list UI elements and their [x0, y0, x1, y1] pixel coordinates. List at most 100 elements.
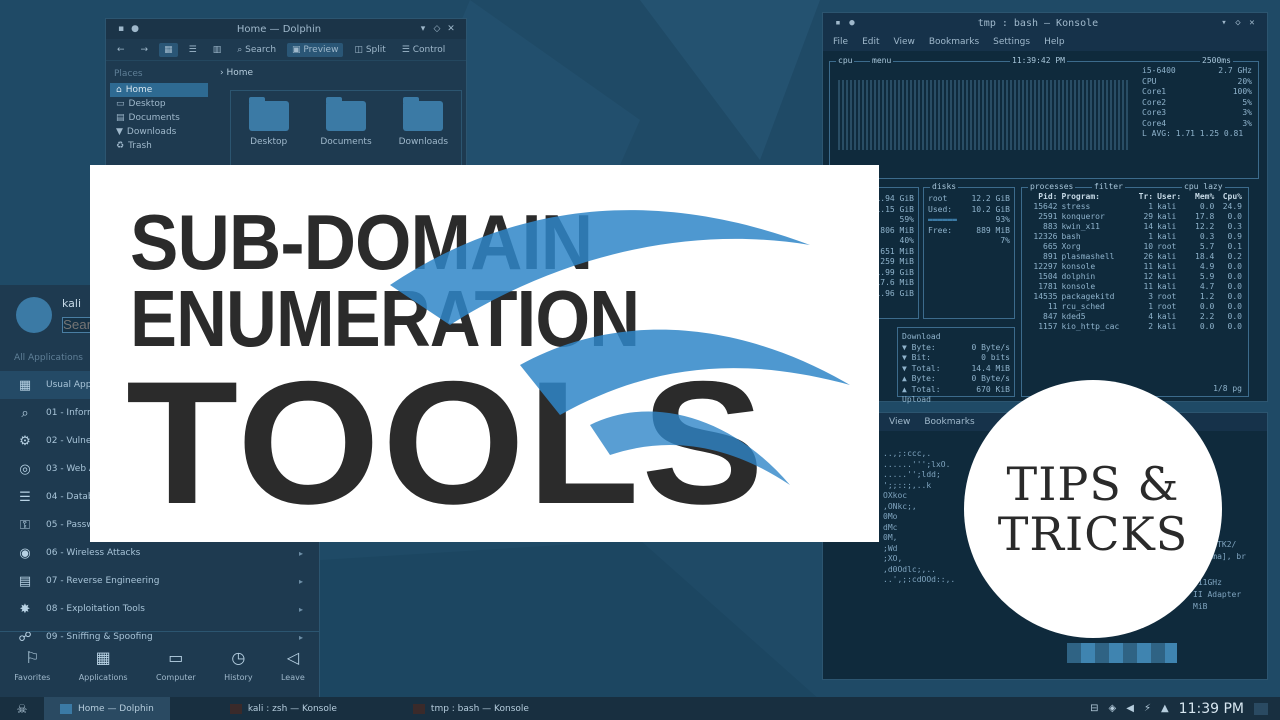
minimize-icon[interactable]: ▾: [1217, 18, 1231, 28]
menu-settings[interactable]: Settings: [993, 37, 1030, 47]
neofetch-line: ,ONkc;,: [883, 501, 917, 511]
process-header-row: Pid: Program: Tr: User: Mem% Cpu%: [1026, 192, 1244, 202]
menu-bookmarks[interactable]: Bookmarks: [924, 417, 974, 427]
process-row[interactable]: 883 kwin_x11 14 kali 12.2 0.3: [1026, 222, 1244, 232]
show-desktop-icon[interactable]: [1254, 702, 1268, 715]
process-column-header[interactable]: User:: [1155, 192, 1188, 202]
konsole-bashtop-window[interactable]: ▪ ● tmp : bash — Konsole ▾ ◇ ✕ File Edit…: [822, 12, 1268, 404]
menu-view[interactable]: View: [889, 417, 910, 427]
process-row[interactable]: 2591 konqueror 29 kali 17.8 0.0: [1026, 212, 1244, 222]
filter-label[interactable]: filter: [1092, 182, 1125, 193]
places-item-home[interactable]: ⌂ Home: [110, 83, 208, 97]
process-cell: kali: [1157, 282, 1177, 291]
exploit-icon: ✸: [19, 601, 31, 617]
disks-box: disks root 12.2 GiB Used: 10.2 GiB ▬▬▬▬▬▬ 9…: [923, 182, 1015, 319]
load-average: L AVG: 1.71 1.25 0.81: [1142, 129, 1244, 138]
folder-icon: [325, 97, 366, 131]
menu-bookmarks[interactable]: Bookmarks: [929, 37, 979, 47]
konsole-titlebar[interactable]: ▪ ● tmp : bash — Konsole ▾ ◇ ✕: [823, 13, 1267, 33]
icons-view-icon[interactable]: ▦: [159, 42, 178, 57]
process-cell: 891: [1043, 252, 1058, 261]
task-konsole-bash[interactable]: tmp : bash — Konsole: [353, 697, 545, 720]
places-item-desktop[interactable]: ▭ Desktop: [110, 97, 208, 111]
taskbar-clock[interactable]: 11:39 PM: [1179, 701, 1244, 717]
maximize-icon[interactable]: ◇: [430, 24, 444, 34]
process-row[interactable]: 12326 bash 1 kali 0.3 0.9: [1026, 232, 1244, 242]
kali-menu-icon[interactable]: ☠: [0, 702, 44, 716]
network-icon[interactable]: ◈: [1109, 703, 1117, 714]
updates-icon[interactable]: ⊟: [1090, 703, 1098, 714]
preview-button[interactable]: ▣ Preview: [287, 42, 344, 57]
process-row[interactable]: 847 kded5 4 kali 2.2 0.0: [1026, 312, 1244, 322]
footer-tab-leave[interactable]: ◁ Leave: [281, 648, 305, 682]
back-icon[interactable]: ←: [112, 43, 130, 57]
process-column-header[interactable]: Cpu%: [1216, 192, 1244, 202]
process-row[interactable]: 1781 konsole 11 kali 4.7 0.0: [1026, 282, 1244, 292]
process-cell: 0.0: [1199, 322, 1215, 331]
breadcrumb[interactable]: › Home: [216, 64, 462, 82]
category-item[interactable]: ▤ 07 - Reverse Engineering ▸: [0, 567, 319, 595]
places-item-trash[interactable]: ♻ Trash: [110, 139, 208, 153]
neofetch-line: ..,;:ccc,.: [883, 449, 932, 458]
process-cell: packagekitd: [1061, 292, 1115, 301]
forward-icon[interactable]: →: [136, 43, 154, 57]
process-row[interactable]: 12297 konsole 11 kali 4.9 0.0: [1026, 262, 1244, 272]
process-cell: kali: [1157, 212, 1177, 221]
control-button[interactable]: ☰ Control: [397, 43, 450, 57]
pin-icon[interactable]: ●: [845, 18, 859, 28]
menu-edit[interactable]: Edit: [862, 37, 879, 47]
process-cell: 4.9: [1199, 262, 1215, 271]
footer-tab-label: Computer: [155, 672, 196, 682]
core-row: CPU 20%: [1142, 76, 1252, 86]
menu-view[interactable]: View: [894, 37, 915, 47]
places-item-documents[interactable]: ▤ Documents: [110, 111, 208, 125]
task-dolphin[interactable]: Home — Dolphin: [44, 697, 170, 720]
processes-label: processes: [1028, 182, 1076, 193]
kali-avatar-icon[interactable]: [16, 297, 52, 333]
expand-tray-icon[interactable]: ▲: [1161, 703, 1169, 714]
process-row[interactable]: 11 rcu_sched 1 root 0.0 0.0: [1026, 302, 1244, 312]
upload-label: Upload: [902, 395, 931, 404]
process-row[interactable]: 665 Xorg 10 root 5.7 0.1: [1026, 242, 1244, 252]
neofetch-line: ;Wd: [883, 543, 898, 553]
process-cell: dolphin: [1061, 272, 1096, 281]
places-item-downloads[interactable]: ▼ Downloads: [110, 125, 208, 139]
compact-view-icon[interactable]: ▥: [208, 43, 227, 57]
process-row[interactable]: 15642 stress 1 kali 0.0 24.9: [1026, 202, 1244, 212]
footer-tab-computer[interactable]: ▭ Computer: [156, 648, 196, 682]
process-cell: 0.0: [1227, 292, 1242, 301]
konsole-menubar: File Edit View Bookmarks Settings Help: [823, 33, 1267, 51]
process-row[interactable]: 891 plasmashell 26 kali 18.4 0.2: [1026, 252, 1244, 262]
window-menu-icon[interactable]: ▪: [831, 18, 845, 28]
process-cell: 847: [1043, 312, 1058, 321]
split-button[interactable]: ◫ Split: [349, 43, 390, 57]
window-menu-icon[interactable]: ▪: [114, 24, 128, 34]
category-item[interactable]: ✸ 08 - Exploitation Tools ▸: [0, 595, 319, 623]
process-column-header[interactable]: Pid:: [1026, 192, 1059, 202]
maximize-icon[interactable]: ◇: [1231, 18, 1245, 28]
process-table: Pid: Program: Tr: User: Mem% Cpu% 15642 stress 1…: [1026, 192, 1244, 332]
minimize-icon[interactable]: ▾: [416, 24, 430, 34]
process-column-header[interactable]: Program:: [1059, 192, 1133, 202]
footer-tab-favorites[interactable]: ⚐ Favorites: [14, 648, 50, 682]
footer-tab-history[interactable]: ◷ History: [224, 648, 252, 682]
dolphin-titlebar[interactable]: ▪ ● Home — Dolphin ▾ ◇ ✕: [106, 19, 466, 39]
process-column-header[interactable]: Mem%: [1189, 192, 1217, 202]
power-icon[interactable]: ⚡: [1144, 703, 1151, 714]
details-view-icon[interactable]: ☰: [184, 43, 202, 57]
footer-tab-applications[interactable]: ▦ Applications: [79, 648, 128, 682]
volume-icon[interactable]: ◀: [1126, 703, 1134, 714]
close-icon[interactable]: ✕: [444, 24, 458, 34]
menu-help[interactable]: Help: [1044, 37, 1065, 47]
task-konsole-zsh[interactable]: kali : zsh — Konsole: [170, 697, 353, 720]
pin-icon[interactable]: ●: [128, 24, 142, 34]
process-row[interactable]: 1504 dolphin 12 kali 5.9 0.0: [1026, 272, 1244, 282]
process-column-header[interactable]: Tr:: [1133, 192, 1155, 202]
search-button[interactable]: ⌕ Search: [232, 43, 281, 57]
cpu-lazy-label[interactable]: cpu lazy: [1182, 182, 1225, 193]
menu-file[interactable]: File: [833, 37, 848, 47]
close-icon[interactable]: ✕: [1245, 18, 1259, 28]
process-cell: kali: [1157, 262, 1177, 271]
process-row[interactable]: 1157 kio_http_cac 2 kali 0.0 0.0: [1026, 322, 1244, 332]
process-row[interactable]: 14535 packagekitd 3 root 1.2 0.0: [1026, 292, 1244, 302]
